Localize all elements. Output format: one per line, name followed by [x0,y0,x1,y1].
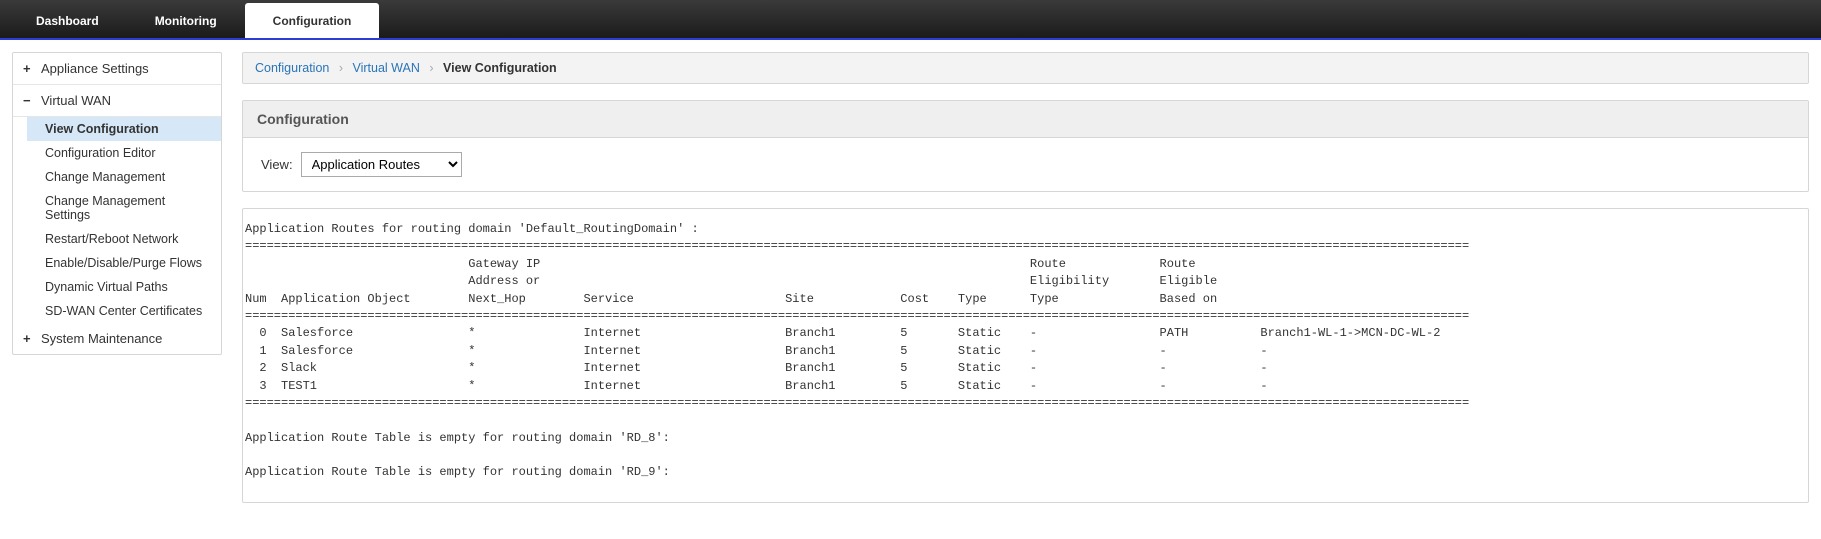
sidebar-item-change-management-settings[interactable]: Change Management Settings [27,189,221,227]
sidebar-item-change-management[interactable]: Change Management [27,165,221,189]
chevron-right-icon: › [339,61,343,75]
tab-dashboard[interactable]: Dashboard [8,3,127,38]
tab-monitoring[interactable]: Monitoring [127,3,245,38]
view-select[interactable]: Application Routes [301,152,462,177]
sidebar-sub-virtual-wan: View Configuration Configuration Editor … [13,117,221,323]
sidebar-item-view-configuration[interactable]: View Configuration [27,117,221,141]
breadcrumb-link-configuration[interactable]: Configuration [255,61,329,75]
plus-icon: + [23,331,35,346]
panel-title: Configuration [243,101,1808,138]
breadcrumb: Configuration › Virtual WAN › View Confi… [242,52,1809,84]
sidebar-item-restart-reboot-network[interactable]: Restart/Reboot Network [27,227,221,251]
sidebar-item-sdwan-center-certificates[interactable]: SD-WAN Center Certificates [27,299,221,323]
sidebar-group-label: Virtual WAN [41,93,111,108]
sidebar-item-dynamic-virtual-paths[interactable]: Dynamic Virtual Paths [27,275,221,299]
plus-icon: + [23,61,35,76]
breadcrumb-current: View Configuration [443,61,557,75]
sidebar-group-label: System Maintenance [41,331,162,346]
config-panel: Configuration View: Application Routes [242,100,1809,192]
minus-icon: − [23,93,35,108]
tab-configuration[interactable]: Configuration [245,3,380,38]
view-label: View: [261,157,293,172]
chevron-right-icon: › [429,61,433,75]
breadcrumb-link-virtual-wan[interactable]: Virtual WAN [353,61,420,75]
sidebar-item-enable-disable-purge-flows[interactable]: Enable/Disable/Purge Flows [27,251,221,275]
sidebar-group-system-maintenance[interactable]: + System Maintenance [13,323,221,354]
output-panel: Application Routes for routing domain 'D… [242,208,1809,503]
sidebar-group-label: Appliance Settings [41,61,149,76]
sidebar-group-appliance-settings[interactable]: + Appliance Settings [13,53,221,85]
top-nav: Dashboard Monitoring Configuration [0,0,1821,40]
sidebar-item-configuration-editor[interactable]: Configuration Editor [27,141,221,165]
sidebar: + Appliance Settings − Virtual WAN View … [12,52,222,355]
sidebar-group-virtual-wan[interactable]: − Virtual WAN [13,85,221,117]
output-text: Application Routes for routing domain 'D… [245,221,1806,482]
